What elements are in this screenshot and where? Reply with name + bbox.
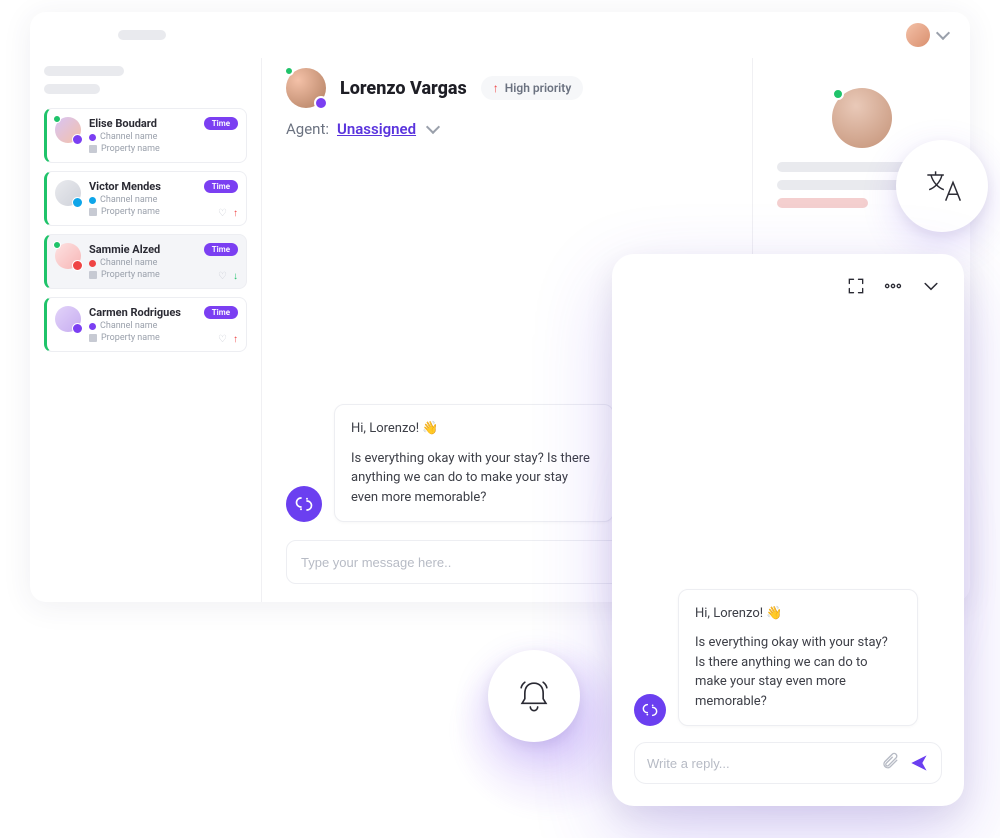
conversation-card[interactable]: Sammie Alzed Channel name Property name … <box>44 234 247 289</box>
avatar <box>55 306 81 332</box>
channel-badge-icon <box>314 96 328 110</box>
property-icon <box>89 145 97 153</box>
channel-label: Channel name <box>100 132 157 142</box>
priority-up-icon: ↑ <box>233 208 238 219</box>
channel-label: Channel name <box>100 195 157 205</box>
time-badge: Time <box>204 180 238 193</box>
time-badge: Time <box>204 306 238 319</box>
translate-feature-badge <box>896 140 988 232</box>
mobile-composer[interactable] <box>634 742 942 784</box>
chevron-down-icon <box>936 26 950 40</box>
mobile-message-greeting: Hi, Lorenzo! 👋 <box>695 604 901 624</box>
property-label: Property name <box>101 207 160 217</box>
presence-dot-icon <box>284 66 294 76</box>
priority-down-icon: ↓ <box>233 271 238 282</box>
conversation-property: Property name <box>89 270 236 280</box>
bot-logo-icon <box>295 495 313 513</box>
bell-icon <box>512 674 556 718</box>
message-bubble: Hi, Lorenzo! 👋 Is everything okay with y… <box>334 404 614 522</box>
profile-avatar <box>832 88 892 148</box>
property-icon <box>89 208 97 216</box>
time-badge: Time <box>204 117 238 130</box>
conversation-property: Property name <box>89 207 236 217</box>
bot-avatar <box>634 694 666 726</box>
channel-badge-icon <box>72 197 83 208</box>
conversation-channel: Channel name <box>89 258 236 268</box>
property-label: Property name <box>101 333 160 343</box>
conversation-indicators: ♡ ↑ <box>218 334 238 345</box>
bell-icon: ♡ <box>218 271 227 282</box>
property-label: Property name <box>101 270 160 280</box>
mobile-body: Hi, Lorenzo! 👋 Is everything okay with y… <box>634 296 942 726</box>
notification-feature-badge <box>488 650 580 742</box>
thread-header: Lorenzo Vargas ↑ High priority <box>286 68 728 108</box>
bot-logo-icon <box>642 702 658 718</box>
user-menu[interactable] <box>906 23 948 47</box>
arrow-up-icon: ↑ <box>493 81 499 95</box>
channel-label: Channel name <box>100 258 157 268</box>
mobile-message-bubble: Hi, Lorenzo! 👋 Is everything okay with y… <box>678 589 918 727</box>
topbar <box>30 12 970 58</box>
conversation-channel: Channel name <box>89 132 236 142</box>
bell-icon: ♡ <box>218 208 227 219</box>
conversation-indicators: ♡ ↑ <box>218 208 238 219</box>
customer-avatar <box>286 68 326 108</box>
avatar <box>55 117 81 143</box>
message-body: Is everything okay with your stay? Is th… <box>351 449 597 508</box>
agent-label: Agent: <box>286 120 329 138</box>
channel-dot-icon <box>89 260 96 267</box>
mobile-message-row: Hi, Lorenzo! 👋 Is everything okay with y… <box>634 589 918 727</box>
conversation-property: Property name <box>89 333 236 343</box>
expand-icon[interactable] <box>846 276 866 296</box>
property-label: Property name <box>101 144 160 154</box>
agent-dropdown[interactable]: Unassigned <box>337 120 416 138</box>
time-badge: Time <box>204 243 238 256</box>
topbar-placeholder <box>118 30 166 40</box>
sidebar-header <box>44 66 247 94</box>
conversation-channel: Channel name <box>89 195 236 205</box>
channel-badge-icon <box>72 260 83 271</box>
collapse-icon[interactable] <box>920 276 942 296</box>
presence-dot-icon <box>53 115 61 123</box>
message-greeting: Hi, Lorenzo! 👋 <box>351 419 597 439</box>
chevron-down-icon <box>426 120 440 134</box>
more-icon[interactable] <box>882 276 904 296</box>
conversation-indicators: ♡ ↓ <box>218 271 238 282</box>
customer-name: Lorenzo Vargas <box>340 78 467 99</box>
send-button[interactable] <box>909 753 929 773</box>
channel-dot-icon <box>89 323 96 330</box>
conversation-card[interactable]: Carmen Rodrigues Channel name Property n… <box>44 297 247 352</box>
property-icon <box>89 271 97 279</box>
translate-icon <box>920 164 964 208</box>
agent-row: Agent: Unassigned <box>286 120 728 138</box>
channel-badge-icon <box>72 323 83 334</box>
avatar <box>55 243 81 269</box>
channel-label: Channel name <box>100 321 157 331</box>
conversation-property: Property name <box>89 144 236 154</box>
avatar <box>55 180 81 206</box>
mobile-message-body: Is everything okay with your stay? Is th… <box>695 633 901 711</box>
channel-dot-icon <box>89 197 96 204</box>
conversation-card[interactable]: Victor Mendes Channel name Property name… <box>44 171 247 226</box>
mobile-header <box>634 276 942 296</box>
channel-badge-icon <box>72 134 83 145</box>
conversation-channel: Channel name <box>89 321 236 331</box>
conversation-list: Elise Boudard Channel name Property name… <box>44 108 247 352</box>
mobile-chat-widget: Hi, Lorenzo! 👋 Is everything okay with y… <box>612 254 964 806</box>
priority-chip[interactable]: ↑ High priority <box>481 76 584 100</box>
priority-up-icon: ↑ <box>233 334 238 345</box>
presence-dot-icon <box>832 88 844 100</box>
current-user-avatar <box>906 23 930 47</box>
presence-dot-icon <box>53 241 61 249</box>
mobile-composer-input[interactable] <box>647 756 871 771</box>
conversation-card[interactable]: Elise Boudard Channel name Property name… <box>44 108 247 163</box>
bot-avatar <box>286 486 322 522</box>
property-icon <box>89 334 97 342</box>
sidebar: Elise Boudard Channel name Property name… <box>30 58 262 602</box>
channel-dot-icon <box>89 134 96 141</box>
priority-label: High priority <box>505 81 572 95</box>
bell-icon: ♡ <box>218 334 227 345</box>
attachment-icon[interactable] <box>881 752 899 774</box>
